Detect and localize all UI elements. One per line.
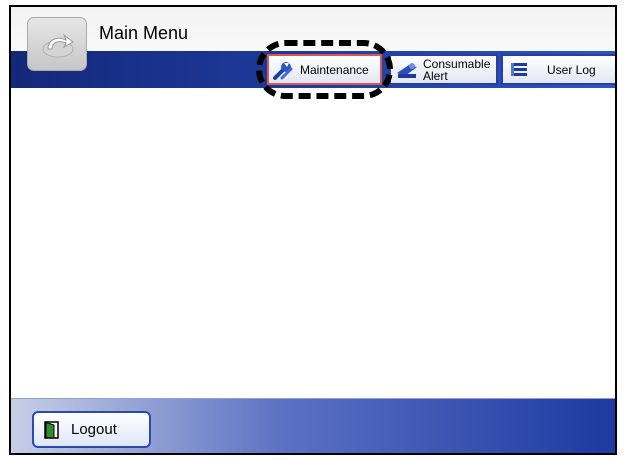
back-arrow-icon [42,33,74,58]
highlight-callout [256,40,393,99]
logout-label: Logout [71,421,117,438]
tab-consumable-label-line1: Consumable [423,56,491,71]
tab-consumable-label: Consumable Alert [419,58,490,82]
main-menu-window: Main Menu Maintenance Consumable Alert U… [9,5,617,455]
door-icon [44,420,59,439]
tab-user-log-label: User Log [547,62,596,77]
back-button[interactable] [27,17,87,71]
scanner-alert-icon [397,62,417,78]
tab-consumable-label-line2: Alert [423,68,448,83]
tab-user-log[interactable]: User Log [501,54,615,85]
tab-consumable-alert[interactable]: Consumable Alert [389,54,498,85]
list-icon [511,62,527,76]
logout-button[interactable]: Logout [32,411,151,448]
footer: Logout [11,398,615,453]
page-title: Main Menu [99,23,189,43]
